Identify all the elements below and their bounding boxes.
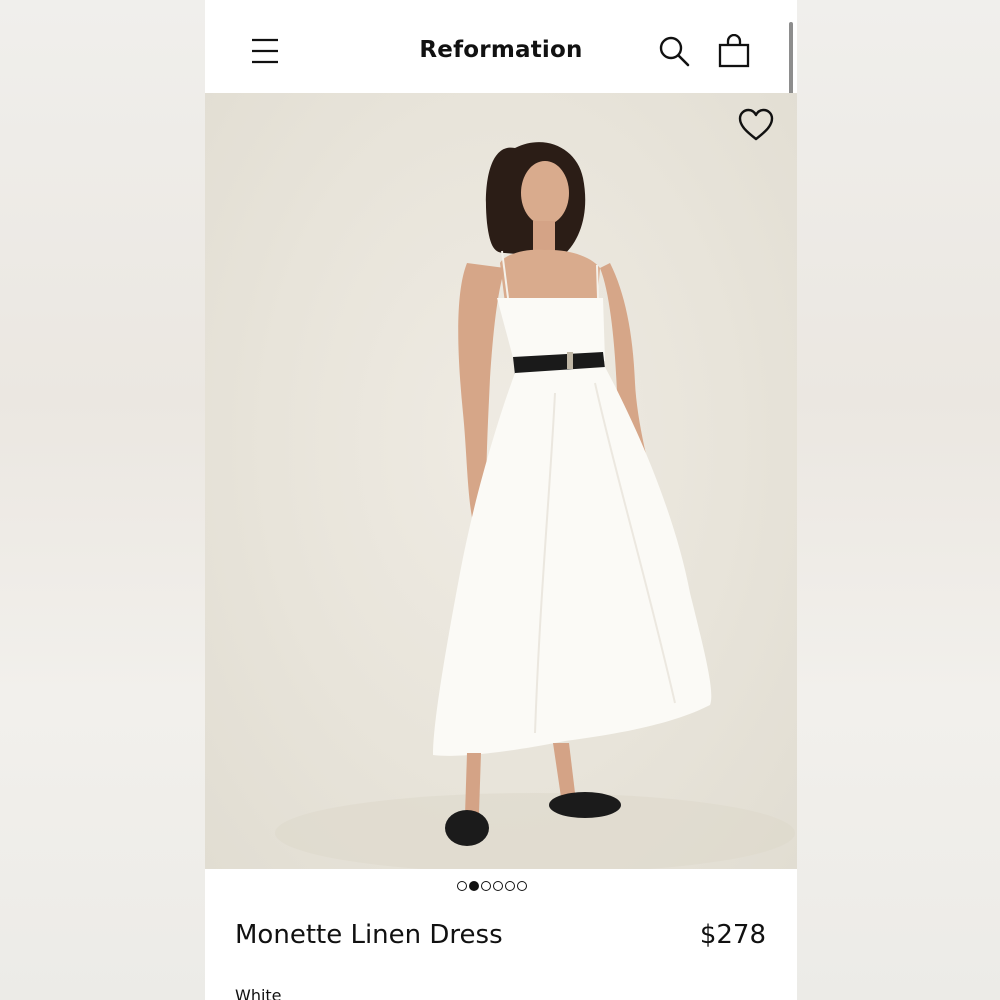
search-icon[interactable] bbox=[658, 35, 690, 67]
carousel-dot[interactable] bbox=[457, 881, 467, 891]
carousel-dot[interactable] bbox=[517, 881, 527, 891]
product-name: Monette Linen Dress bbox=[235, 920, 503, 950]
product-color: White bbox=[235, 986, 282, 1000]
background-blur-left bbox=[0, 0, 205, 1000]
brand-logo[interactable]: Reformation bbox=[205, 37, 797, 63]
product-price: $278 bbox=[699, 920, 766, 950]
carousel-dot[interactable] bbox=[493, 881, 503, 891]
carousel-indicators bbox=[457, 880, 527, 894]
background-blur-right bbox=[797, 0, 1000, 1000]
carousel-dot-active[interactable] bbox=[469, 881, 479, 891]
site-header: Reformation bbox=[205, 0, 797, 93]
phone-screen: Reformation Monette Linen Dress $278 Whi… bbox=[205, 0, 797, 1000]
product-image[interactable] bbox=[205, 93, 797, 869]
model-illustration bbox=[275, 142, 795, 869]
shopping-bag-icon[interactable] bbox=[718, 34, 750, 68]
heart-icon[interactable] bbox=[737, 107, 775, 143]
carousel-dot[interactable] bbox=[505, 881, 515, 891]
carousel-dot[interactable] bbox=[481, 881, 491, 891]
